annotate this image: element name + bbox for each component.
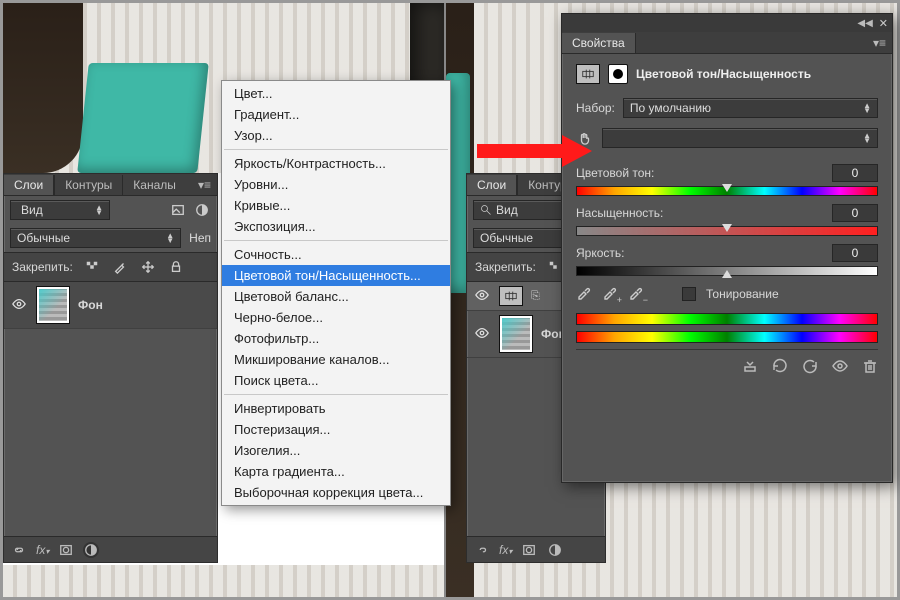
menu-channel-mixer[interactable]: Микширование каналов... [222, 349, 450, 370]
mask-type-icon[interactable] [608, 64, 628, 84]
lightness-label: Яркость: [576, 246, 624, 260]
filter-image-icon[interactable] [169, 201, 187, 219]
opacity-label-truncated: Неп [189, 231, 211, 245]
lightness-slider[interactable] [576, 266, 878, 276]
saturation-value[interactable]: 0 [832, 204, 878, 222]
layers-bottombar: fx▾ [4, 536, 217, 562]
eyedropper-icon[interactable] [576, 284, 592, 303]
adjustment-context-menu: Цвет... Градиент... Узор... Яркость/Конт… [221, 80, 451, 506]
menu-exposure[interactable]: Экспозиция... [222, 216, 450, 237]
red-callout-arrow [472, 131, 592, 171]
clip-to-layer-icon[interactable] [742, 358, 758, 377]
menu-brightness-contrast[interactable]: Яркость/Контрастность... [222, 153, 450, 174]
fx-icon[interactable]: fx▾ [36, 543, 49, 557]
lock-label-right: Закрепить: [475, 260, 536, 274]
saturation-slider[interactable] [576, 226, 878, 236]
close-icon[interactable]: ✕ [879, 17, 888, 30]
eyedropper-minus-icon[interactable]: − [628, 284, 644, 303]
blend-mode-value: Обычные [17, 231, 70, 245]
tab-properties[interactable]: Свойства [562, 33, 636, 53]
preset-value: По умолчанию [630, 101, 711, 115]
hue-sat-type-icon [576, 64, 600, 84]
reset-icon[interactable] [802, 358, 818, 377]
properties-footer [576, 349, 878, 377]
hue-value[interactable]: 0 [832, 164, 878, 182]
lightness-value[interactable]: 0 [832, 244, 878, 262]
lock-transparent-icon[interactable] [83, 258, 101, 276]
visibility-toggle[interactable] [10, 297, 28, 314]
menu-vibrance[interactable]: Сочность... [222, 244, 450, 265]
properties-tabbar: Свойства ▾≡ [562, 32, 892, 54]
tab-paths[interactable]: Контуры [54, 175, 122, 195]
new-adjustment-icon[interactable] [83, 542, 99, 558]
properties-panel: ◀◀ ✕ Свойства ▾≡ Цветовой тон/Насыщеннос… [561, 13, 893, 483]
layers-panel: Слои Контуры Каналы ▾≡ Вид ▲▼ Обычные ▲▼… [3, 173, 218, 563]
adjustment-thumbnail[interactable] [499, 286, 523, 306]
link-icon: ⎘ [531, 290, 540, 303]
menu-color-lookup[interactable]: Поиск цвета... [222, 370, 450, 391]
menu-curves[interactable]: Кривые... [222, 195, 450, 216]
menu-color[interactable]: Цвет... [222, 83, 450, 104]
menu-threshold[interactable]: Изогелия... [222, 440, 450, 461]
tab-channels[interactable]: Каналы [122, 175, 186, 195]
menu-invert[interactable]: Инвертировать [222, 398, 450, 419]
filter-adjustment-icon[interactable] [193, 201, 211, 219]
layer-filter-label-right: Вид [480, 203, 518, 217]
range-strip-top[interactable] [576, 313, 878, 325]
colorize-checkbox[interactable] [682, 287, 696, 301]
menu-photo-filter[interactable]: Фотофильтр... [222, 328, 450, 349]
visibility-toggle-bg-right[interactable] [473, 326, 491, 343]
blend-mode-value-right: Обычные [480, 231, 533, 245]
link-layers-icon[interactable] [10, 541, 28, 559]
layers-bottombar-right: fx▾ [467, 536, 605, 562]
colorize-label: Тонирование [706, 287, 779, 301]
layer-filter-select[interactable]: Вид ▲▼ [10, 200, 110, 220]
add-mask-icon-right[interactable] [520, 541, 538, 559]
layers-tabbar: Слои Контуры Каналы ▾≡ [4, 174, 217, 196]
lock-label: Закрепить: [12, 260, 73, 274]
blend-mode-select[interactable]: Обычные ▲▼ [10, 228, 181, 248]
view-previous-icon[interactable] [772, 358, 788, 377]
preset-select[interactable]: По умолчанию ▲▼ [623, 98, 878, 118]
range-strip-bottom[interactable] [576, 331, 878, 343]
add-mask-icon[interactable] [57, 541, 75, 559]
hue-slider[interactable] [576, 186, 878, 196]
channel-select[interactable]: ▲▼ [602, 128, 878, 148]
visibility-eye-icon[interactable] [832, 358, 848, 377]
layer-thumbnail[interactable] [36, 286, 70, 324]
layer-thumbnail-right[interactable] [499, 315, 533, 353]
delete-trash-icon[interactable] [862, 358, 878, 377]
menu-pattern[interactable]: Узор... [222, 125, 450, 146]
menu-levels[interactable]: Уровни... [222, 174, 450, 195]
visibility-toggle-adj[interactable] [473, 288, 491, 305]
menu-black-white[interactable]: Черно-белое... [222, 307, 450, 328]
menu-posterize[interactable]: Постеризация... [222, 419, 450, 440]
lock-all-icon[interactable] [167, 258, 185, 276]
menu-gradient[interactable]: Градиент... [222, 104, 450, 125]
lock-paint-icon[interactable] [111, 258, 129, 276]
properties-menu-icon[interactable]: ▾≡ [867, 36, 892, 50]
menu-color-balance[interactable]: Цветовой баланс... [222, 286, 450, 307]
lock-row: Закрепить: [4, 252, 217, 282]
menu-hue-saturation[interactable]: Цветовой тон/Насыщенность... [222, 265, 450, 286]
menu-selective-color[interactable]: Выборочная коррекция цвета... [222, 482, 450, 503]
fx-icon-right[interactable]: fx▾ [499, 543, 512, 557]
panel-titlebar[interactable]: ◀◀ ✕ [562, 14, 892, 32]
collapse-left-icon[interactable]: ◀◀ [857, 18, 872, 29]
layer-name[interactable]: Фон [78, 298, 103, 312]
preset-label: Набор: [576, 101, 615, 115]
layer-row-background[interactable]: Фон [4, 282, 217, 329]
tab-layers-right[interactable]: Слои [467, 175, 517, 195]
eyedropper-plus-icon[interactable]: + [602, 284, 618, 303]
layer-filter-label: Вид [17, 203, 43, 217]
link-layers-icon-right[interactable] [473, 541, 491, 559]
menu-gradient-map[interactable]: Карта градиента... [222, 461, 450, 482]
new-adjustment-icon-right[interactable] [546, 541, 564, 559]
saturation-label: Насыщенность: [576, 206, 663, 220]
panel-menu-icon[interactable]: ▾≡ [192, 178, 217, 192]
lock-move-icon[interactable] [139, 258, 157, 276]
properties-title: Цветовой тон/Насыщенность [636, 67, 811, 81]
tab-layers[interactable]: Слои [4, 175, 54, 195]
